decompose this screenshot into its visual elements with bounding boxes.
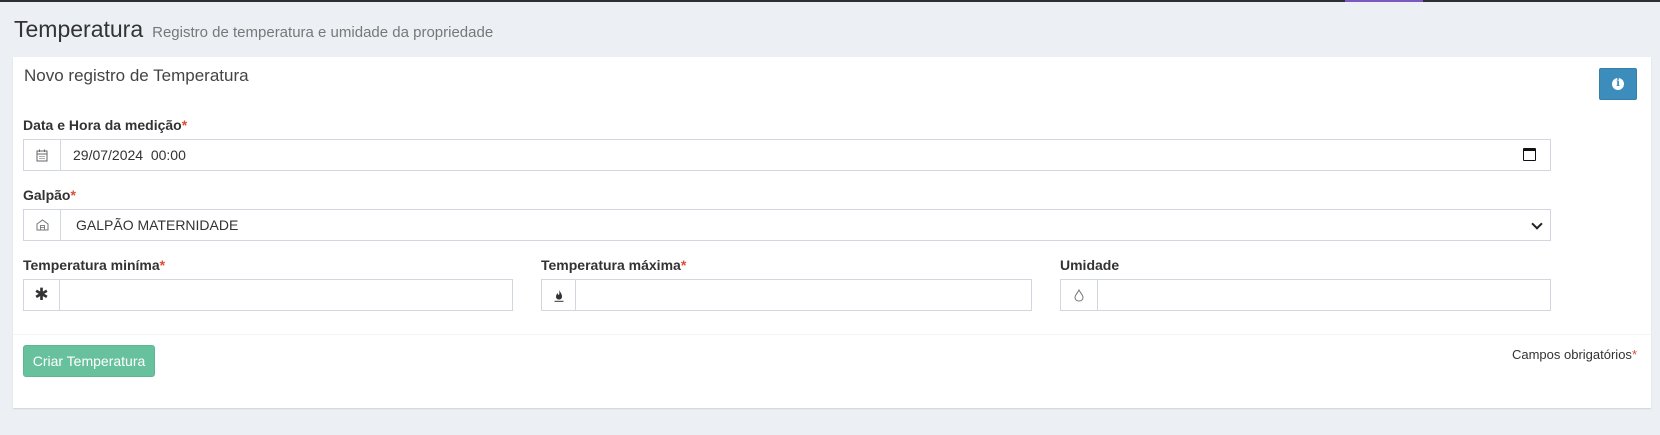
calendar-picker-icon[interactable] <box>1523 148 1536 161</box>
info-button[interactable]: i <box>1599 68 1637 100</box>
galpao-label: Galpão* <box>23 187 76 203</box>
snowflake-icon: ✱ <box>24 280 60 310</box>
temp-max-input-group <box>541 279 1032 311</box>
galpao-select[interactable]: GALPÃO MATERNIDADE <box>61 210 1550 240</box>
chevron-down-icon <box>1531 218 1543 230</box>
umidade-field[interactable] <box>1098 280 1550 310</box>
fire-icon <box>542 280 576 310</box>
calendar-icon <box>24 140 61 170</box>
umidade-input-group <box>1060 279 1551 311</box>
temp-min-label: Temperatura miníma* <box>23 257 166 273</box>
building-icon <box>24 210 61 240</box>
footer-divider <box>13 334 1651 335</box>
temp-min-input[interactable] <box>72 280 512 310</box>
info-icon: i <box>1612 78 1624 90</box>
required-fields-note: Campos obrigatórios* <box>1511 347 1637 362</box>
datetime-field[interactable]: 29/07/2024 00:00 <box>61 140 1550 170</box>
form-title: Novo registro de Temperatura <box>24 66 249 85</box>
create-temperature-button[interactable]: Criar Temperatura <box>23 345 155 377</box>
page-header: Temperatura Registro de temperatura e um… <box>14 16 493 43</box>
temp-max-field[interactable] <box>576 280 1031 310</box>
datetime-input-group: 29/07/2024 00:00 <box>23 139 1551 171</box>
temp-min-input-group: ✱ <box>23 279 513 311</box>
temp-max-input[interactable] <box>588 280 1031 310</box>
umidade-input[interactable] <box>1110 280 1550 310</box>
active-tab-indicator <box>1345 0 1423 2</box>
temp-max-label: Temperatura máxima* <box>541 257 687 273</box>
galpao-input-group: GALPÃO MATERNIDADE <box>23 209 1551 241</box>
droplet-icon <box>1061 280 1098 310</box>
page-title: Temperatura <box>14 16 144 42</box>
temp-min-field[interactable] <box>60 280 512 310</box>
page-subtitle: Registro de temperatura e umidade da pro… <box>152 24 494 41</box>
galpao-selected-value: GALPÃO MATERNIDADE <box>76 217 239 233</box>
form-box: Novo registro de Temperatura i Data e Ho… <box>13 57 1651 408</box>
umidade-label: Umidade <box>1060 257 1120 273</box>
datetime-label: Data e Hora da medição* <box>23 117 188 133</box>
datetime-value: 29/07/2024 00:00 <box>73 147 186 163</box>
